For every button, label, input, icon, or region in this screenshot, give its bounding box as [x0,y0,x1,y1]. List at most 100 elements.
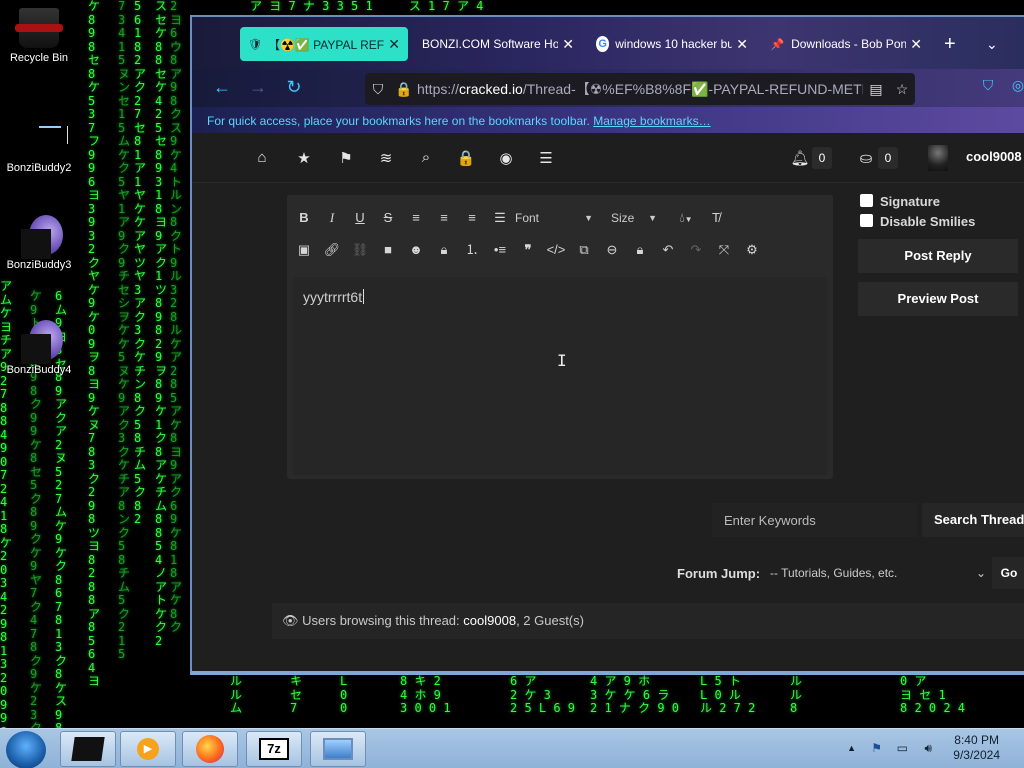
post-reply-button[interactable]: Post Reply [858,239,1018,273]
lock-icon[interactable]: 🔒 [391,81,417,98]
inbox-count[interactable]: 0 [878,147,898,169]
display-icon[interactable]: ▭ [897,741,908,755]
tab-list-chevron-icon[interactable]: ⌄ [978,27,1006,61]
desktop-icon-recycle-bin[interactable]: Recycle Bin [0,8,78,64]
ordered-list-icon[interactable]: ⒈ [461,239,483,261]
copy-icon[interactable]: ⧉ [573,239,595,261]
clock-time: 8:40 PM [954,733,999,747]
flag-icon[interactable]: ⚑ [336,149,356,167]
code-icon[interactable]: </> [545,239,567,261]
close-icon[interactable]: ✕ [732,36,748,53]
image-viewer-icon [323,738,353,760]
size-select[interactable]: Size ▼ [611,207,657,229]
disable-smilies-checkbox[interactable] [860,214,873,227]
go-button[interactable]: Go [992,557,1024,589]
bonzibuddy-icon [19,320,63,364]
link-icon[interactable]: 🔗︎ [321,239,343,261]
url-text[interactable]: https://cracked.io/Thread-【☢%EF%B8%8F✅-P… [417,79,863,99]
close-icon[interactable]: ✕ [906,36,922,53]
taskbar-image-viewer[interactable] [310,731,366,767]
justify-icon[interactable]: ☰ [489,207,511,229]
reader-view-icon[interactable]: ▤ [863,81,889,98]
home-icon[interactable]: ⌂ [252,149,272,166]
align-left-icon[interactable]: ≡ [405,207,427,229]
bookmark-star-icon[interactable]: ☆ [889,81,915,98]
taskbar-firefox[interactable] [182,731,238,767]
search-icon[interactable]: ⌕ [416,149,436,166]
preview-post-button[interactable]: Preview Post [858,282,1018,316]
desktop-icon-label: BonziBuddy2 [6,162,72,174]
tab-label: 【☢️✅ PAYPAL REFUND METHOD [267,37,385,52]
bullet-list-icon[interactable]: •≡ [489,239,511,261]
navigation-bar: ← → ↻ ⛉ 🔒 https://cracked.io/Thread-【☢%E… [192,69,1024,107]
telegram-icon[interactable]: ◉ [496,149,516,167]
tab-downloads-bob-pony[interactable]: 📌 Downloads - Bob Pony ✕ [762,27,930,61]
redo-icon[interactable]: ↷ [685,239,707,261]
keywords-input[interactable]: Enter Keywords [712,503,917,537]
tab-bonzi-com[interactable]: BONZI.COM Software Home ✕ [414,27,582,61]
new-tab-button[interactable]: + [936,27,964,61]
taskbar-7zip[interactable]: 7z [246,731,302,767]
tab-windows-10-hacker[interactable]: G windows 10 hacker bundle ✕ [588,27,756,61]
start-button-windows-icon[interactable] [6,731,46,768]
show-hidden-icons-icon[interactable]: ▲ [847,743,856,753]
volume-icon[interactable]: 🔊︎ [924,741,932,756]
matrix-column: 4 ア 9 ホ 3 ケ ケ 6 ラ 2 1 ナ ク 9 0 [590,674,680,715]
strikethrough-icon[interactable]: S [377,207,399,229]
network-icon[interactable]: ⚑ [871,741,882,755]
settings-gear-icon[interactable]: ⚙ [741,239,763,261]
close-icon[interactable]: ✕ [384,36,400,53]
minus-circle-icon[interactable]: ⊖ [601,239,623,261]
inbox-icon[interactable]: ⛀ [856,149,876,167]
close-icon[interactable]: ✕ [558,36,574,53]
lock-icon[interactable]: 🔒︎ [629,239,651,261]
desktop-icon-bonzibuddy3[interactable]: BonziBuddy3 [0,215,78,271]
align-center-icon[interactable]: ≡ [433,207,455,229]
lock-icon[interactable]: 🔒 [456,149,476,167]
taskbar-media-player[interactable]: ▶ [120,731,176,767]
video-icon[interactable]: ■ [377,239,399,261]
text-color-icon[interactable]: 💧︎▼ [671,207,701,229]
tab-paypal-refund[interactable]: 🛡 【☢️✅ PAYPAL REFUND METHOD ✕ [240,27,408,61]
undo-icon[interactable]: ↶ [657,239,679,261]
forward-arrow-icon[interactable]: → [246,77,270,98]
lock-icon[interactable]: 🔒︎ [433,239,455,261]
back-arrow-icon[interactable]: ← [210,77,234,98]
browsing-user-link[interactable]: cool9008 [463,613,516,628]
signature-checkbox[interactable] [860,194,873,207]
bookmarks-toolbar: For quick access, place your bookmarks h… [192,107,1024,133]
avatar[interactable] [928,145,948,171]
italic-icon[interactable]: I [321,207,343,229]
quote-icon[interactable]: ❞ [517,239,539,261]
extensions-icon[interactable]: ◎ [1006,77,1024,94]
username[interactable]: cool9008 [966,149,1022,164]
font-select[interactable]: Font ▼ [515,207,597,229]
manage-bookmarks-link[interactable]: Manage bookmarks… [593,114,710,128]
star-icon[interactable]: ★ [294,149,314,167]
bell-icon[interactable]: 🔔︎ [790,149,810,167]
notifications-count[interactable]: 0 [812,147,832,169]
menu-icon[interactable]: ☰ [536,149,556,167]
message-textarea[interactable]: yyytrrrrt6t I [293,277,827,475]
image-icon[interactable]: ▣ [293,239,315,261]
fullscreen-icon[interactable]: ⤧ [713,239,735,261]
shield-icon[interactable]: ⛉ [365,81,391,98]
taskbar-terminal[interactable] [60,731,116,767]
unlink-icon[interactable]: ⛓ [349,239,371,261]
url-bar[interactable]: ⛉ 🔒 https://cracked.io/Thread-【☢%EF%B8%8… [365,73,915,105]
align-right-icon[interactable]: ≡ [461,207,483,229]
underline-icon[interactable]: U [349,207,371,229]
desktop-icon-bonzibuddy4[interactable]: BonziBuddy4 [0,320,78,376]
pocket-icon[interactable]: ⛉ [976,77,1000,94]
clock[interactable]: 8:40 PM 9/3/2024 [953,733,1000,763]
text-cursor-icon: I [557,351,567,370]
reload-icon[interactable]: ↻ [282,77,306,98]
remove-format-icon[interactable]: T̸ [705,207,727,229]
bold-icon[interactable]: B [293,207,315,229]
emoji-icon[interactable]: ☻ [405,239,427,261]
desktop-icon-bonzibuddy2[interactable]: BonziBuddy2 [0,118,78,174]
forum-jump-select[interactable]: -- Tutorials, Guides, etc. ⌄ [762,558,992,588]
coins-icon[interactable]: ≋ [376,149,396,167]
desktop-icon-label: Recycle Bin [9,52,69,64]
search-thread-button[interactable]: Search Thread [922,503,1024,537]
